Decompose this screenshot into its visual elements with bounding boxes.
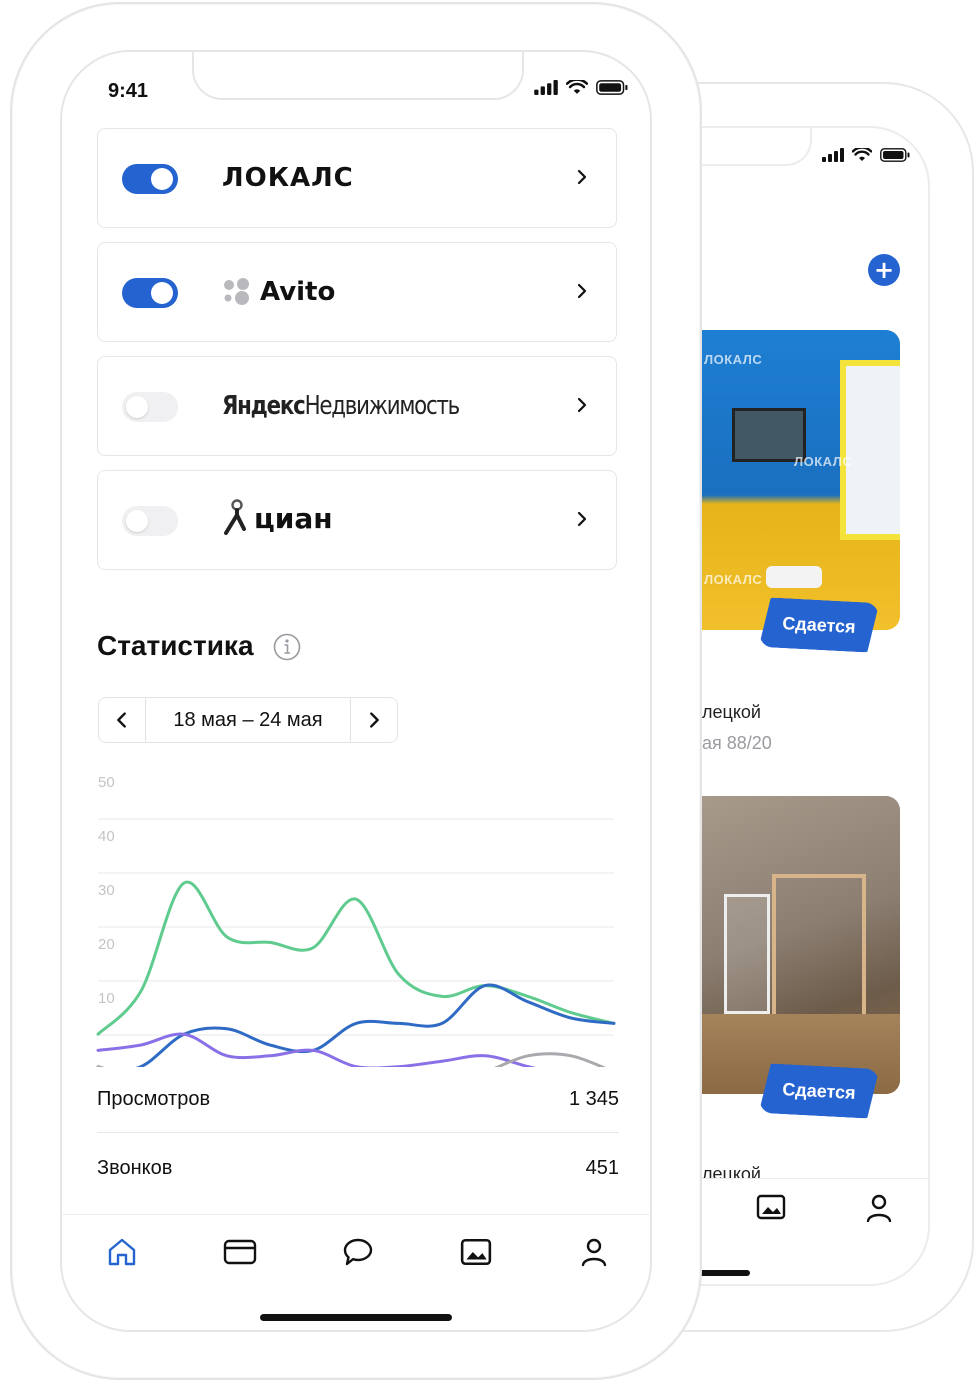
chevron-right-icon — [577, 397, 587, 413]
tab-gallery[interactable] — [456, 1232, 496, 1272]
chart-series-line-1 — [96, 880, 616, 1036]
platform-toggle[interactable] — [122, 164, 178, 194]
image-icon — [756, 1194, 786, 1220]
chart-series-line-4 — [96, 1052, 607, 1067]
chevron-right-icon — [577, 283, 587, 299]
brand-logo-cian: циан — [222, 499, 333, 537]
metric-value: 451 — [585, 1156, 619, 1179]
y-tick-label: 50 — [98, 774, 115, 791]
toggle-knob — [151, 282, 173, 304]
front-phone-notch — [192, 52, 524, 100]
window-graphic — [840, 360, 900, 540]
battery-icon — [596, 80, 628, 95]
home-icon — [108, 1238, 136, 1266]
image-icon — [460, 1238, 492, 1266]
metric-label: Звонков — [97, 1156, 173, 1179]
watermark-text: ЛОКАЛС — [704, 352, 763, 367]
brand-name-rest: Недвижимость — [304, 391, 461, 421]
toggle-knob — [126, 510, 148, 532]
back-status-bar — [822, 148, 910, 162]
toggle-knob — [126, 396, 148, 418]
shelf-graphic — [724, 894, 770, 1014]
next-period-button[interactable] — [351, 698, 397, 742]
brand-name: ЯндексНедвижимость — [222, 391, 461, 421]
signal-icon — [534, 80, 558, 95]
chevron-right-icon — [577, 169, 587, 185]
brand-logo-yandex: ЯндексНедвижимость — [222, 391, 511, 421]
chevron-right-icon — [370, 712, 379, 728]
tab-home[interactable] — [102, 1232, 142, 1272]
y-tick-label: 40 — [98, 828, 115, 845]
add-listing-button[interactable]: + — [868, 254, 900, 286]
signal-icon — [822, 148, 844, 162]
profile-icon — [866, 1194, 892, 1223]
y-tick-label: 30 — [98, 882, 115, 899]
brand-name: ЛОКАЛС — [222, 163, 354, 193]
back-tab-image[interactable] — [756, 1194, 786, 1225]
watermark-text: ЛОКАЛС — [794, 454, 853, 469]
listing-title[interactable]: лецкой — [702, 1164, 761, 1178]
listing-address: ая 88/20 — [702, 733, 772, 753]
brand-name: Avito — [260, 277, 336, 307]
watermark-text: ЛОКАЛС — [704, 572, 763, 587]
profile-icon — [581, 1238, 607, 1267]
metric-row-calls: Звонков 451 — [97, 1135, 619, 1201]
metric-label: Просмотров — [97, 1088, 211, 1110]
info-icon[interactable] — [272, 632, 302, 662]
y-tick-label: 20 — [98, 936, 115, 953]
chevron-right-icon — [577, 511, 587, 527]
brand-logo-lokals: ЛОКАЛС — [222, 163, 354, 193]
prev-period-button[interactable] — [99, 698, 145, 742]
battery-icon — [880, 148, 910, 162]
stats-title: Статистика — [97, 630, 254, 661]
wifi-icon — [566, 80, 588, 94]
plus-icon: + — [873, 256, 895, 284]
metric-value: 1 345 — [568, 1088, 619, 1110]
brand-logo-avito: Avito — [222, 277, 335, 307]
platform-card-cian[interactable]: циан — [97, 470, 617, 570]
chat-icon — [343, 1238, 373, 1266]
platform-card-yandex[interactable]: ЯндексНедвижимость — [97, 356, 617, 456]
tabbar-divider — [62, 1214, 650, 1215]
status-bar-icons — [534, 80, 628, 95]
avito-dots-icon — [224, 278, 249, 305]
platform-toggle[interactable] — [122, 506, 178, 536]
tab-profile[interactable] — [574, 1232, 614, 1272]
tab-payments[interactable] — [220, 1232, 260, 1272]
platform-toggle[interactable] — [122, 278, 178, 308]
status-time: 9:41 — [108, 80, 149, 102]
card-icon — [223, 1239, 257, 1265]
cian-logo-icon — [224, 499, 246, 535]
metric-row-views: Просмотров 1 345 — [97, 1067, 619, 1133]
front-phone-screen: 9:41 ЛОКАЛС Avito ЯндексНедвижимость циа… — [60, 50, 652, 1332]
platform-card-avito[interactable]: Avito — [97, 242, 617, 342]
home-indicator — [260, 1314, 452, 1321]
pillow-graphic — [766, 566, 822, 588]
for-rent-badge: Сдается — [759, 1063, 879, 1119]
date-range-picker: 18 мая – 24 мая — [98, 697, 398, 743]
tab-messages[interactable] — [338, 1232, 378, 1272]
platform-toggle[interactable] — [122, 392, 178, 422]
listing-title[interactable]: лецкой — [702, 702, 761, 723]
back-tab-profile[interactable] — [866, 1194, 892, 1227]
date-range-label: 18 мая – 24 мая — [145, 698, 351, 742]
listing-photo[interactable]: ЛОКАЛС ЛОКАЛС ЛОКАЛС — [702, 330, 900, 630]
stats-line-chart: 50 40 30 20 10 — [96, 774, 616, 1067]
toggle-knob — [151, 168, 173, 190]
y-tick-label: 10 — [98, 990, 115, 1007]
platform-card-lokals[interactable]: ЛОКАЛС — [97, 128, 617, 228]
brand-name-bold: Яндекс — [222, 391, 306, 421]
rack-graphic — [772, 874, 866, 1024]
listing-photo[interactable] — [702, 796, 900, 1094]
brand-name: циан — [254, 501, 333, 535]
wifi-icon — [852, 148, 872, 161]
chevron-left-icon — [117, 712, 126, 728]
for-rent-badge: Сдается — [759, 597, 879, 653]
